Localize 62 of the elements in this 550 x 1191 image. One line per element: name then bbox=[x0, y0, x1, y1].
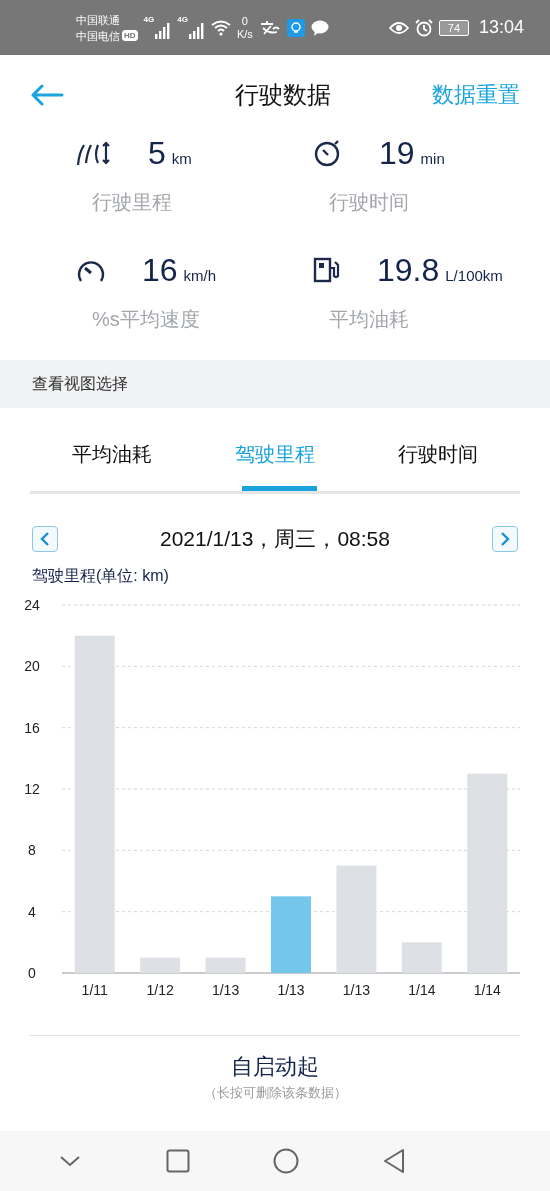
page-title: 行驶数据 bbox=[235, 80, 331, 110]
x-axis-label: 1/13 bbox=[211, 982, 240, 998]
stat-value: 16 bbox=[142, 252, 178, 288]
stat-unit: L/100km bbox=[445, 267, 503, 284]
y-axis-label: 8 bbox=[28, 842, 36, 859]
stat-label: 平均油耗 bbox=[329, 307, 410, 332]
y-axis-label: 4 bbox=[28, 903, 36, 920]
section-title: 查看视图选择 bbox=[32, 373, 128, 394]
back-button[interactable] bbox=[30, 84, 64, 106]
stat-label: %s平均速度 bbox=[92, 307, 201, 332]
speedometer-icon bbox=[76, 258, 106, 284]
date-label: 2021/1/13，周三，08:58 bbox=[160, 526, 390, 552]
stat-unit: km bbox=[171, 150, 192, 167]
stat-label: 行驶时间 bbox=[329, 190, 410, 215]
chevron-left-icon bbox=[39, 532, 51, 546]
view-tab[interactable]: 平均油耗 bbox=[30, 422, 194, 491]
carrier-name: 中国联通 bbox=[76, 12, 121, 28]
chevron-down-icon[interactable] bbox=[58, 1154, 82, 1168]
lightbulb-icon bbox=[286, 18, 305, 37]
stat-label: 行驶里程 bbox=[92, 190, 173, 215]
y-axis-label: 20 bbox=[24, 658, 40, 675]
y-axis-label: 24 bbox=[24, 597, 40, 613]
next-button[interactable] bbox=[492, 526, 518, 552]
chat-bubble-icon bbox=[310, 19, 329, 36]
x-axis-label: 1/14 bbox=[408, 982, 436, 998]
view-tab[interactable]: 行驶时间 bbox=[356, 422, 520, 491]
carrier-name: 中国电信 bbox=[76, 28, 120, 44]
battery-icon: 74 bbox=[438, 19, 469, 36]
x-axis-label: 1/13 bbox=[277, 982, 305, 998]
wifi-icon bbox=[210, 19, 231, 36]
y-axis-label: 12 bbox=[24, 781, 40, 797]
clock-time: 13:04 bbox=[478, 17, 524, 38]
x-axis-label: 1/12 bbox=[146, 982, 174, 998]
hint-text: （长按可删除该条数据） bbox=[203, 1084, 347, 1102]
signal-icon bbox=[155, 22, 172, 39]
chart-title: 驾驶里程(单位: km) bbox=[32, 566, 169, 586]
stat-unit: km/h bbox=[183, 267, 217, 284]
network-type: 4G bbox=[177, 15, 188, 24]
stat-value: 19 bbox=[379, 135, 415, 171]
x-axis-label: 1/14 bbox=[473, 982, 501, 998]
eye-icon bbox=[388, 20, 409, 35]
x-axis-label: 1/13 bbox=[342, 982, 371, 998]
home-icon[interactable] bbox=[273, 1148, 300, 1174]
stat-unit: min bbox=[420, 150, 445, 167]
stat-value: 5 bbox=[148, 135, 166, 171]
speed-value: 0 bbox=[241, 14, 248, 28]
alarm-clock-icon bbox=[414, 18, 433, 37]
y-axis-label: 16 bbox=[24, 719, 40, 736]
back-icon[interactable] bbox=[382, 1148, 405, 1174]
fuel-pump-icon bbox=[313, 256, 341, 284]
event-title: 自启动起 bbox=[231, 1053, 319, 1081]
previous-button[interactable] bbox=[32, 526, 58, 552]
speed-unit: K/s bbox=[236, 27, 253, 41]
y-axis-label: 0 bbox=[28, 965, 36, 981]
signal-icon bbox=[188, 22, 205, 39]
network-type: 4G bbox=[143, 15, 155, 24]
recent-apps-icon[interactable] bbox=[165, 1149, 190, 1173]
stat-value: 19.8 bbox=[377, 252, 440, 288]
road-icon bbox=[76, 141, 112, 167]
x-axis-label: 1/11 bbox=[81, 982, 108, 998]
chevron-right-icon bbox=[499, 532, 511, 546]
hd-badge: HD bbox=[122, 30, 138, 41]
